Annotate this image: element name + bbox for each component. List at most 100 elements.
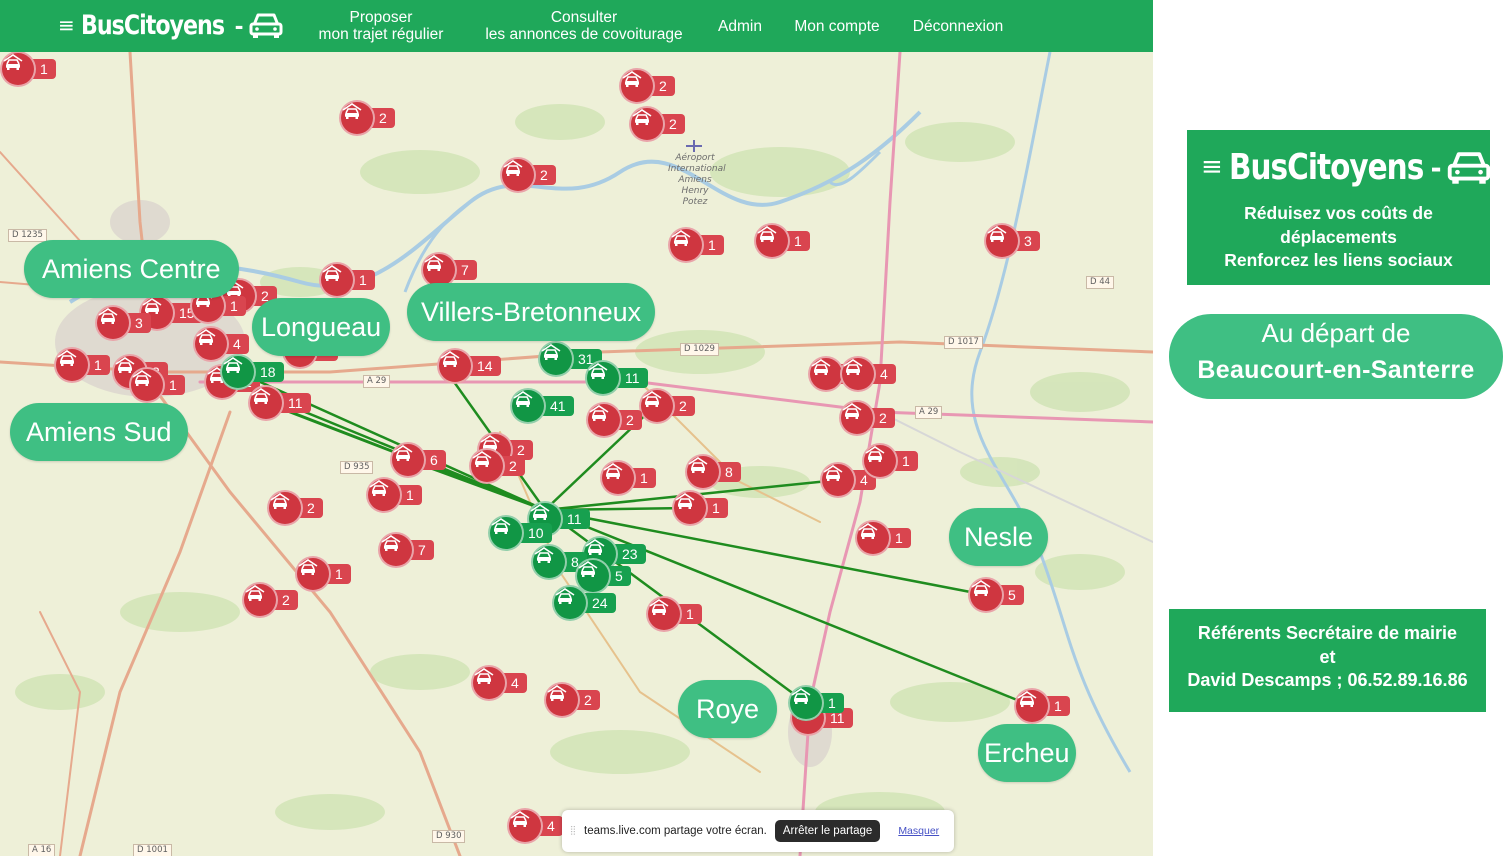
app-root: ≡ BusCitoyens - Proposer mon trajet régu…: [0, 0, 1510, 856]
city-label-text: Villers-Bretonneux: [421, 296, 642, 327]
car-home-icon: [984, 223, 1020, 259]
car-home-icon: [968, 577, 1004, 613]
promo-tagline-line2: déplacements: [1280, 226, 1397, 247]
nav-logout[interactable]: Déconnexion: [906, 0, 1010, 52]
green-marker[interactable]: 31: [538, 341, 602, 377]
red-marker[interactable]: 1: [672, 490, 728, 526]
brand-dash: -: [234, 9, 244, 40]
car-home-icon: [585, 360, 621, 396]
red-marker[interactable]: 8: [685, 454, 741, 490]
red-marker[interactable]: 2: [839, 400, 895, 436]
red-marker[interactable]: 14: [437, 348, 501, 384]
nav-consult-listings[interactable]: Consulter les annonces de covoiturage: [476, 0, 692, 52]
road-sign: D 935: [340, 461, 374, 474]
red-marker[interactable]: 2: [242, 582, 298, 618]
car-home-icon: [619, 68, 655, 104]
red-marker[interactable]: 1: [319, 262, 375, 298]
red-marker[interactable]: 2: [500, 157, 556, 193]
green-marker[interactable]: 11: [527, 501, 590, 537]
red-marker[interactable]: 4: [471, 665, 527, 701]
city-label-amiens-centre: Amiens Centre: [24, 240, 239, 298]
red-marker[interactable]: 5: [968, 577, 1024, 613]
nav-admin[interactable]: Admin: [712, 0, 768, 52]
city-label-text: Nesle: [964, 521, 1034, 552]
airport-label: Aéroport International Amiens Henry Pote…: [668, 153, 726, 208]
red-marker[interactable]: 7: [378, 532, 434, 568]
stop-sharing-button[interactable]: Arrêter le partage: [774, 820, 881, 842]
city-label-roye: Roye: [678, 680, 778, 738]
red-marker[interactable]: 2: [544, 682, 600, 718]
red-marker[interactable]: 7: [421, 252, 477, 288]
red-marker[interactable]: 4: [840, 356, 896, 392]
car-home-icon: [437, 348, 473, 384]
red-marker[interactable]: 15: [139, 295, 203, 331]
red-marker[interactable]: 3: [984, 223, 1040, 259]
red-marker[interactable]: 2: [586, 402, 642, 438]
green-marker[interactable]: 23: [582, 536, 646, 572]
road-sign: D 44: [1086, 276, 1115, 289]
green-marker[interactable]: 24: [552, 585, 616, 621]
red-marker[interactable]: 1: [668, 227, 724, 263]
airport-line2: International: [668, 164, 726, 174]
red-marker[interactable]: 1: [0, 52, 56, 87]
green-marker[interactable]: 18: [220, 354, 284, 390]
city-label-text: Amiens Sud: [26, 416, 172, 447]
promo-tagline-line1: Réduisez vos coûts de: [1244, 203, 1433, 223]
green-marker[interactable]: 41: [510, 388, 574, 424]
car-home-icon: [267, 490, 303, 526]
drag-handle-icon[interactable]: ⦙⦙: [562, 824, 584, 839]
red-marker[interactable]: 11: [248, 385, 311, 421]
hide-banner-link[interactable]: Masquer: [898, 825, 939, 837]
red-marker[interactable]: 1: [190, 288, 246, 324]
car-home-icon: [808, 356, 844, 392]
car-home-icon: [242, 582, 278, 618]
green-marker[interactable]: 11: [585, 360, 648, 396]
red-marker[interactable]: 2: [639, 388, 695, 424]
car-home-icon: [754, 223, 790, 259]
red-marker[interactable]: 1: [295, 556, 351, 592]
red-marker[interactable]: 4: [193, 326, 249, 362]
red-marker[interactable]: 3: [95, 305, 151, 341]
car-home-icon: [639, 388, 675, 424]
nav-my-account[interactable]: Mon compte: [788, 0, 886, 52]
red-marker[interactable]: 2: [469, 448, 525, 484]
car-home-icon: [510, 388, 546, 424]
red-marker[interactable]: 1: [129, 367, 185, 403]
red-marker[interactable]: 4: [820, 462, 876, 498]
airport-line3: Amiens: [678, 175, 712, 185]
red-marker[interactable]: 1: [808, 356, 864, 392]
green-marker[interactable]: 5: [575, 558, 631, 594]
city-label-text: Roye: [696, 693, 760, 724]
green-marker[interactable]: 8: [531, 544, 587, 580]
car-home-icon: [685, 454, 721, 490]
red-marker[interactable]: 1: [646, 596, 702, 632]
red-marker[interactable]: 1: [754, 223, 810, 259]
red-marker[interactable]: 4: [507, 808, 563, 844]
red-marker[interactable]: 1: [862, 443, 918, 479]
red-marker[interactable]: 2: [267, 490, 323, 526]
red-marker[interactable]: 2: [619, 68, 675, 104]
green-marker[interactable]: 10: [488, 515, 552, 551]
red-marker[interactable]: 1: [600, 460, 656, 496]
red-marker[interactable]: 1: [1014, 688, 1070, 724]
red-marker[interactable]: 1: [855, 520, 911, 556]
red-marker[interactable]: 1: [54, 347, 110, 383]
departure-badge: Au départ de Beaucourt-en-Santerre: [1169, 314, 1503, 399]
green-marker[interactable]: 1: [788, 685, 844, 721]
red-marker[interactable]: 2: [629, 106, 685, 142]
car-home-icon: [672, 490, 708, 526]
nav-propose-trip[interactable]: Proposer mon trajet régulier: [309, 0, 453, 52]
car-home-icon: [820, 462, 856, 498]
map-view[interactable]: Aéroport International Amiens Henry Pote…: [0, 52, 1153, 856]
red-marker[interactable]: 6: [390, 442, 446, 478]
car-home-icon: [488, 515, 524, 551]
menu-icon[interactable]: ≡: [58, 15, 75, 35]
red-marker[interactable]: 2: [339, 100, 395, 136]
city-label-text: Amiens Centre: [42, 253, 221, 284]
red-marker[interactable]: 1: [366, 477, 422, 513]
car-home-icon: [538, 341, 574, 377]
car-home-icon: [471, 665, 507, 701]
car-home-icon: [1014, 688, 1050, 724]
brand-logo[interactable]: ≡ BusCitoyens -: [58, 6, 283, 44]
nav-admin-label: Admin: [718, 17, 762, 35]
